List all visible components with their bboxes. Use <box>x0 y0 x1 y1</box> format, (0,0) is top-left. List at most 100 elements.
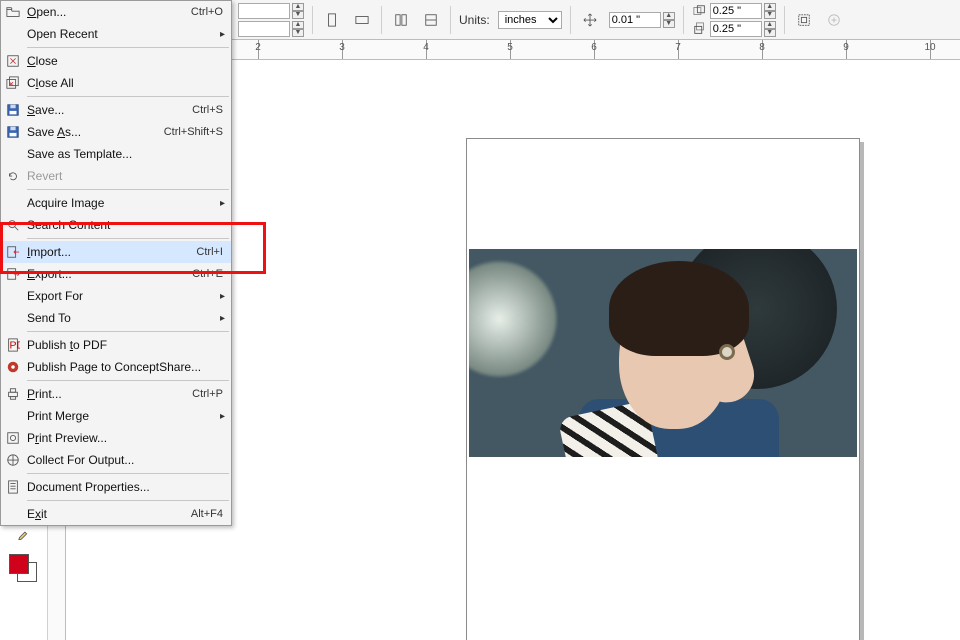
blank-icon <box>5 195 21 211</box>
menu-item-print[interactable]: Print...Ctrl+P <box>1 383 231 405</box>
menu-item-search-content[interactable]: Search Content <box>1 214 231 236</box>
separator <box>683 6 684 34</box>
menu-item-label: Save as Template... <box>27 147 223 161</box>
menu-item-close-all[interactable]: Close All <box>1 72 231 94</box>
menu-item-collect[interactable]: Collect For Output... <box>1 449 231 471</box>
menu-item-label: Collect For Output... <box>27 453 223 467</box>
dup-y-spinner[interactable]: ▲▼ <box>764 21 776 37</box>
ruler-tick-label: 2 <box>255 42 261 53</box>
menu-separator <box>27 473 229 474</box>
menu-item-revert: Revert <box>1 165 231 187</box>
menu-item-label: Import... <box>27 245 196 259</box>
menu-item-label: Open Recent <box>27 27 223 41</box>
close-icon <box>5 53 21 69</box>
menu-item-export-for[interactable]: Export For▸ <box>1 285 231 307</box>
menu-item-print-merge[interactable]: Print Merge▸ <box>1 405 231 427</box>
ruler-tick-label: 7 <box>675 42 681 53</box>
units-label: Units: <box>459 13 490 27</box>
menu-item-label: Export... <box>27 267 192 281</box>
fill-outline-swatches[interactable] <box>9 554 39 584</box>
menu-item-label: Search Content <box>27 218 223 232</box>
nudge-spinner[interactable]: ▲▼ <box>663 12 675 28</box>
menu-item-save[interactable]: Save...Ctrl+S <box>1 99 231 121</box>
search-icon <box>5 217 21 233</box>
menu-separator <box>27 331 229 332</box>
portrait-orientation-button[interactable] <box>321 9 343 31</box>
menu-item-label: Close <box>27 54 223 68</box>
menu-item-save-as[interactable]: Save As...Ctrl+Shift+S <box>1 121 231 143</box>
file-menu: Open...Ctrl+OOpen Recent▸CloseClose AllS… <box>0 0 232 526</box>
menu-item-acquire[interactable]: Acquire Image▸ <box>1 192 231 214</box>
menu-item-shortcut: Ctrl+E <box>192 268 223 280</box>
export-icon <box>5 266 21 282</box>
separator <box>381 6 382 34</box>
submenu-arrow-icon: ▸ <box>220 29 225 40</box>
pos-x-spinner[interactable]: ▲▼ <box>292 3 304 19</box>
menu-item-label: Print Merge <box>27 409 223 423</box>
blank-icon <box>5 146 21 162</box>
dup-x-spinner[interactable]: ▲▼ <box>764 3 776 19</box>
menu-item-close[interactable]: Close <box>1 50 231 72</box>
treat-as-filled-button[interactable] <box>793 9 815 31</box>
menu-item-exit[interactable]: ExitAlt+F4 <box>1 503 231 525</box>
menu-separator <box>27 380 229 381</box>
pos-y-spinner[interactable]: ▲▼ <box>292 21 304 37</box>
menu-item-publish-pdf[interactable]: PDFPublish to PDF <box>1 334 231 356</box>
pos-y-input[interactable] <box>238 21 290 37</box>
submenu-arrow-icon: ▸ <box>220 198 225 209</box>
menu-separator <box>27 500 229 501</box>
menu-item-label: Document Properties... <box>27 480 223 494</box>
menu-item-import[interactable]: Import...Ctrl+I <box>1 241 231 263</box>
ruler-tick-label: 8 <box>759 42 765 53</box>
menu-separator <box>27 47 229 48</box>
ruler-tick-label: 5 <box>507 42 513 53</box>
menu-item-print-preview[interactable]: Print Preview... <box>1 427 231 449</box>
menu-item-open-recent[interactable]: Open Recent▸ <box>1 23 231 45</box>
duplicate-distance-group: ▲▼ ▲▼ <box>692 3 776 37</box>
separator <box>450 6 451 34</box>
ruler-tick-label: 4 <box>423 42 429 53</box>
dup-y-icon <box>692 21 708 37</box>
blank-icon <box>5 408 21 424</box>
separator <box>312 6 313 34</box>
page-layout-alt-icon[interactable] <box>420 9 442 31</box>
units-select[interactable]: inches <box>498 11 562 29</box>
menu-item-save-template[interactable]: Save as Template... <box>1 143 231 165</box>
pos-x-input[interactable] <box>238 3 290 19</box>
page-layout-icon[interactable] <box>390 9 412 31</box>
menu-item-shortcut: Alt+F4 <box>191 508 223 520</box>
menu-separator <box>27 238 229 239</box>
collect-icon <box>5 452 21 468</box>
dup-x-input[interactable] <box>710 3 762 19</box>
separator <box>570 6 571 34</box>
submenu-arrow-icon: ▸ <box>220 291 225 302</box>
separator <box>784 6 785 34</box>
menu-item-open[interactable]: Open...Ctrl+O <box>1 1 231 23</box>
menu-item-export[interactable]: Export...Ctrl+E <box>1 263 231 285</box>
menu-separator <box>27 96 229 97</box>
submenu-arrow-icon: ▸ <box>220 313 225 324</box>
menu-item-publish-concept[interactable]: Publish Page to ConceptShare... <box>1 356 231 378</box>
menu-item-send-to[interactable]: Send To▸ <box>1 307 231 329</box>
menu-item-doc-props[interactable]: Document Properties... <box>1 476 231 498</box>
add-button[interactable] <box>823 9 845 31</box>
menu-item-label: Revert <box>27 169 223 183</box>
ruler-tick-label: 10 <box>924 42 935 53</box>
pdf-icon: PDF <box>5 337 21 353</box>
menu-item-label: Save... <box>27 103 192 117</box>
menu-item-shortcut: Ctrl+P <box>192 388 223 400</box>
dup-y-input[interactable] <box>710 21 762 37</box>
menu-item-shortcut: Ctrl+O <box>191 6 223 18</box>
menu-item-label: Exit <box>27 507 191 521</box>
landscape-orientation-button[interactable] <box>351 9 373 31</box>
menu-item-label: Open... <box>27 5 191 19</box>
placed-image[interactable] <box>469 249 857 457</box>
concept-icon <box>5 359 21 375</box>
document-page[interactable] <box>466 138 860 640</box>
menu-item-label: Acquire Image <box>27 196 223 210</box>
close-all-icon <box>5 75 21 91</box>
preview-icon <box>5 430 21 446</box>
ruler-tick-label: 6 <box>591 42 597 53</box>
nudge-distance-input[interactable] <box>609 12 661 28</box>
menu-item-shortcut: Ctrl+I <box>196 246 223 258</box>
